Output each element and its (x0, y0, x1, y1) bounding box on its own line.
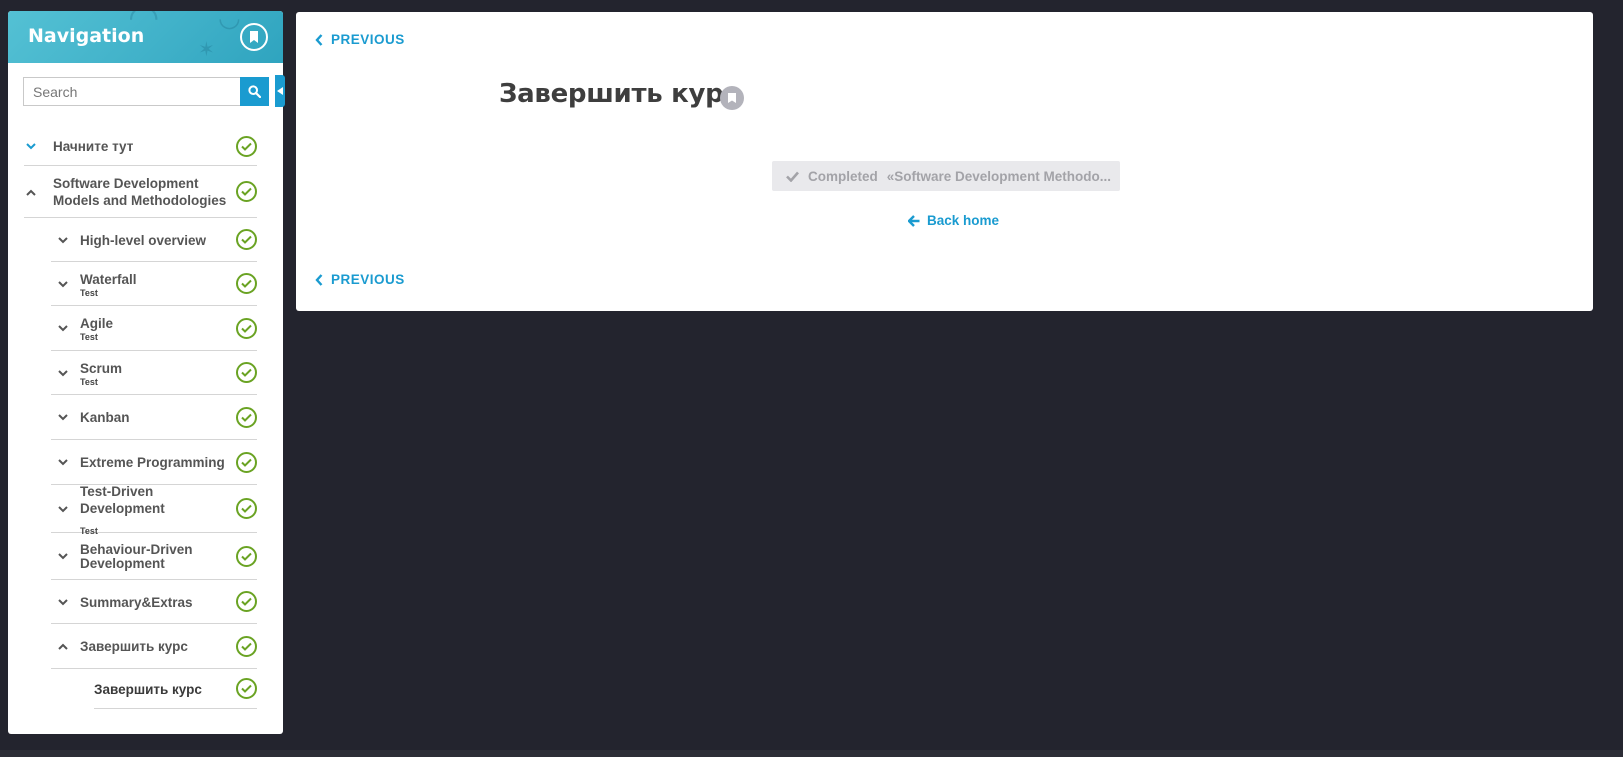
sidebar-item-text: Behaviour-Driven Development (80, 533, 240, 580)
sidebar-item[interactable]: Behaviour-Driven Development (51, 533, 257, 580)
sidebar-item[interactable]: Software Development Models and Methodol… (24, 166, 257, 218)
search-icon (248, 85, 261, 98)
chevron-down-icon[interactable] (56, 456, 70, 470)
chevron-down-icon[interactable] (56, 502, 70, 516)
chevron-down-icon[interactable] (56, 322, 70, 336)
caret-left-icon (277, 87, 283, 95)
sidebar-item-text: Завершить курс (94, 669, 254, 709)
search-bar (23, 77, 269, 106)
sidebar-item[interactable]: Завершить курс (51, 624, 257, 669)
chevron-down-icon[interactable] (56, 411, 70, 425)
sidebar-item-text: Agile Test (80, 306, 240, 351)
chevron-down-icon[interactable] (56, 366, 70, 380)
sidebar-item-text: Начните тут (53, 127, 239, 166)
chevron-down-icon[interactable] (56, 233, 70, 247)
bookmark-icon[interactable] (720, 86, 744, 110)
sidebar-item[interactable]: High-level overview (51, 218, 257, 262)
completed-check-icon (236, 591, 257, 612)
previous-label: PREVIOUS (331, 272, 405, 287)
bookmark-icon[interactable] (240, 23, 268, 51)
sidebar-item-label: Scrum (80, 360, 123, 376)
chevron-up-icon[interactable] (24, 185, 38, 199)
completed-check-icon (236, 406, 257, 428)
sidebar-item[interactable]: Завершить курс (94, 669, 257, 709)
completed-check-icon (236, 317, 257, 339)
previous-label: PREVIOUS (331, 32, 405, 47)
chevron-down-icon[interactable] (24, 140, 38, 154)
completed-check-icon (236, 362, 257, 383)
sidebar-item-sublabel: Test (80, 376, 98, 387)
sidebar-item-label: Test-Driven Development (80, 483, 165, 516)
search-input[interactable] (23, 77, 240, 106)
sidebar-item-label: Summary&Extras (80, 594, 193, 610)
completed-check-icon (236, 181, 257, 202)
arrow-left-icon (908, 214, 920, 227)
sidebar-item-text: Kanban (80, 395, 240, 440)
sidebar-item[interactable]: Начните тут (24, 127, 257, 166)
sidebar-item-text: Test-Driven Development Test (80, 483, 240, 536)
sidebar-item-label: Waterfall (80, 271, 137, 287)
navigation-header: ✶ ◠ ◡ Navigation (8, 11, 283, 63)
chevron-down-icon[interactable] (56, 595, 70, 609)
completed-check-icon (236, 545, 257, 567)
sidebar-item-label: High-level overview (80, 232, 207, 248)
sidebar-item[interactable]: Kanban (51, 395, 257, 440)
sidebar-item[interactable]: Waterfall Test (51, 262, 257, 306)
chevron-up-icon[interactable] (56, 640, 70, 654)
sidebar-item-text: Extreme Programming (80, 440, 240, 485)
sidebar-item-label: Software Development Models and Methodol… (53, 176, 227, 208)
sidebar-item[interactable]: Agile Test (51, 306, 257, 351)
completed-check-icon (236, 135, 257, 157)
sidebar-item[interactable]: Test-Driven Development Test (51, 483, 257, 536)
completed-label: Completed (808, 168, 878, 184)
navigation-sidebar: ✶ ◠ ◡ Navigation Начните тут Software Dev… (8, 11, 283, 734)
main-content: PREVIOUS Завершить курс Completed «Softw… (296, 12, 1593, 311)
completed-check-icon (236, 273, 257, 294)
previous-link-bottom[interactable]: PREVIOUS (315, 272, 405, 287)
completed-button: Completed «Software Development Methodo.… (772, 161, 1120, 191)
header-decoration-arc-icon: ◡ (218, 11, 241, 33)
sidebar-item-label: Kanban (80, 410, 130, 425)
sidebar-item-label: Extreme Programming (80, 455, 225, 470)
sidebar-item[interactable]: Extreme Programming (51, 440, 257, 485)
sidebar-item-sublabel: Test (80, 332, 98, 342)
chevron-left-icon (315, 273, 323, 286)
completed-course-name: «Software Development Methodo... (886, 168, 1112, 184)
chevron-down-icon[interactable] (56, 550, 70, 564)
previous-link-top[interactable]: PREVIOUS (315, 32, 405, 47)
sidebar-item-label: Начните тут (53, 139, 134, 154)
bottom-strip (0, 750, 1623, 757)
sidebar-item-label: Завершить курс (94, 681, 202, 697)
page-title: Завершить курс (499, 79, 739, 109)
sidebar-item-label: Agile (80, 316, 114, 331)
completed-check-icon (236, 635, 257, 657)
sidebar-item-text: High-level overview (80, 218, 240, 262)
search-button[interactable] (240, 77, 269, 106)
sidebar-collapse-toggle[interactable] (275, 75, 285, 107)
chevron-down-icon[interactable] (56, 277, 70, 291)
sidebar-item-text: Software Development Models and Methodol… (53, 166, 239, 218)
sidebar-item-label: Behaviour-Driven Development (80, 541, 193, 571)
sidebar-item-text: Завершить курс (80, 624, 240, 669)
sidebar-item-label: Завершить курс (80, 639, 188, 654)
check-icon (786, 171, 799, 182)
sidebar-item-text: Scrum Test (80, 351, 240, 395)
sidebar-item[interactable]: Scrum Test (51, 351, 257, 395)
back-home-link[interactable]: Back home (908, 213, 999, 228)
sidebar-item-text: Waterfall Test (80, 262, 240, 306)
back-home-label: Back home (927, 213, 1000, 228)
completed-check-icon (236, 678, 257, 699)
completed-check-icon (236, 451, 257, 473)
completed-check-icon (236, 229, 257, 250)
sidebar-item-sublabel: Test (80, 287, 98, 298)
chevron-left-icon (315, 33, 323, 46)
sidebar-item[interactable]: Summary&Extras (51, 580, 257, 624)
header-decoration-star-icon: ✶ (198, 37, 215, 61)
completed-check-icon (236, 498, 257, 519)
navigation-title: Navigation (28, 25, 145, 47)
sidebar-item-text: Summary&Extras (80, 580, 240, 624)
